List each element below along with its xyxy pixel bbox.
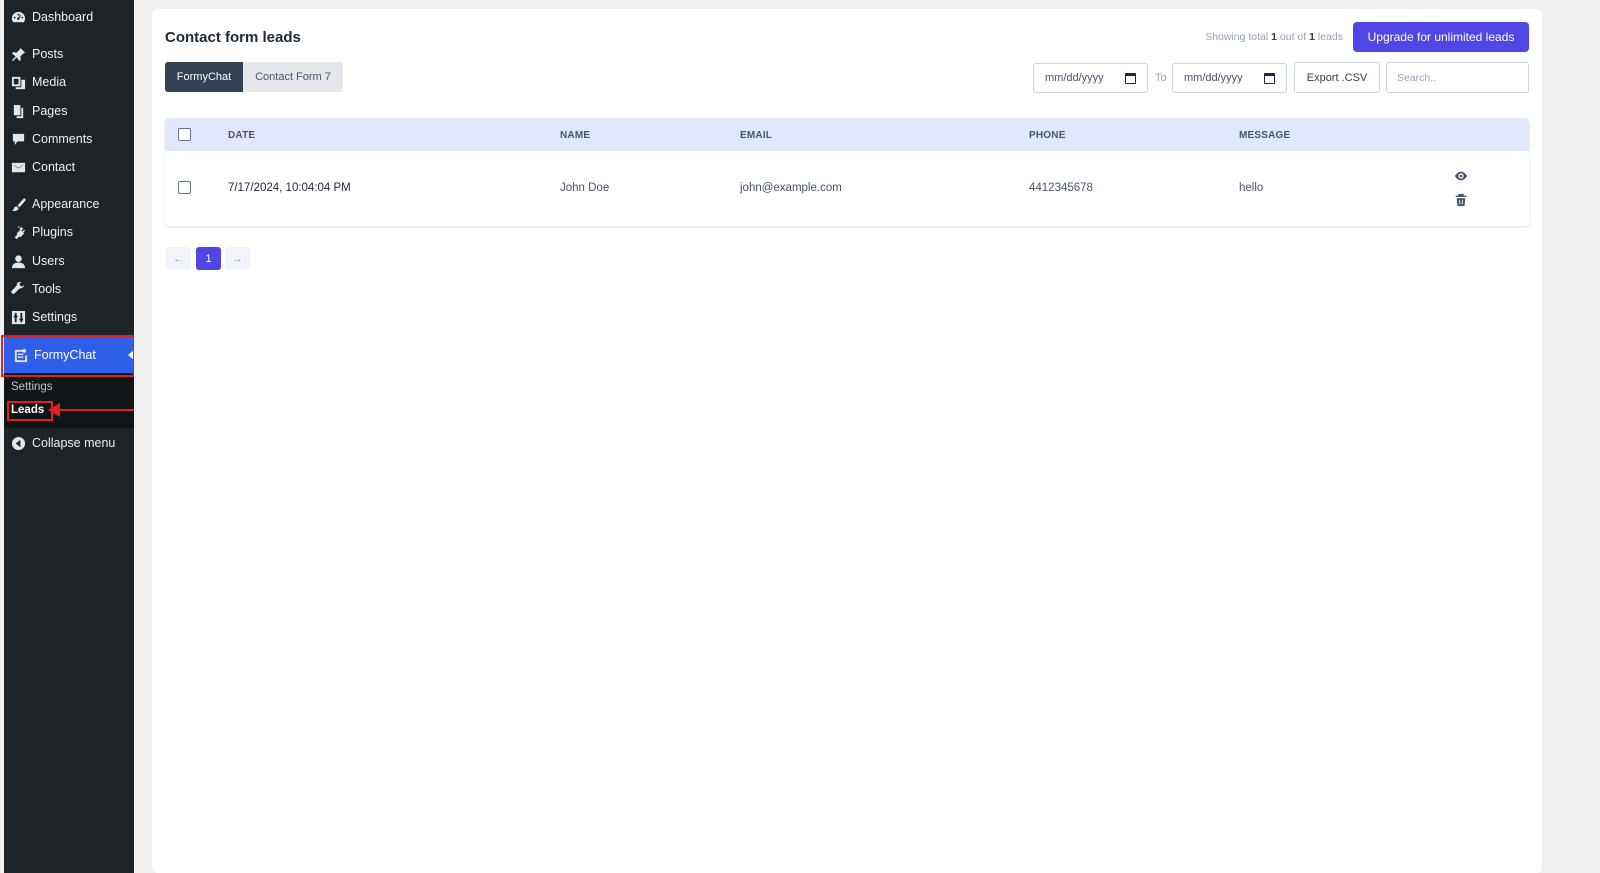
submenu-leads[interactable]: Leads <box>11 404 44 416</box>
sidebar-item-posts[interactable]: Posts <box>4 41 134 67</box>
column-header-email[interactable]: EMAIL <box>740 130 772 141</box>
date-to-input[interactable]: mm/dd/yyyy <box>1172 63 1287 93</box>
formychat-submenu: Settings Leads <box>4 374 134 428</box>
sidebar-item-label: Settings <box>32 310 78 324</box>
annotation-arrow-line <box>58 409 146 411</box>
select-all-checkbox[interactable] <box>178 128 191 141</box>
column-header-name[interactable]: NAME <box>560 130 590 141</box>
column-header-message[interactable]: MESSAGE <box>1239 130 1290 141</box>
sidebar-item-tools[interactable]: Tools <box>4 276 134 302</box>
brush-icon <box>10 196 26 212</box>
sidebar-item-pages[interactable]: Pages <box>4 98 134 124</box>
column-header-date[interactable]: DATE <box>228 130 255 141</box>
sidebar-item-users[interactable]: Users <box>4 248 134 274</box>
sidebar-item-label: Dashboard <box>32 10 94 24</box>
cell-date: 7/17/2024, 10:04:04 PM <box>228 182 351 194</box>
pin-icon <box>10 46 26 62</box>
mail-icon <box>10 159 26 175</box>
plug-icon <box>10 224 26 240</box>
sidebar-item-media[interactable]: Media <box>4 69 134 95</box>
cell-email: john@example.com <box>740 182 842 194</box>
search-input[interactable] <box>1386 62 1529 93</box>
page-title: Contact form leads <box>165 29 301 46</box>
sidebar-item-contact[interactable]: Contact <box>4 154 134 180</box>
date-from-placeholder: mm/dd/yyyy <box>1045 72 1104 84</box>
tab-contact-form-7[interactable]: Contact Form 7 <box>243 62 343 92</box>
sidebar-item-label: Comments <box>32 132 93 146</box>
leads-table: DATE NAME EMAIL PHONE MESSAGE 7/17/2024,… <box>165 118 1529 226</box>
collapse-icon <box>10 435 26 451</box>
sidebar-item-comments[interactable]: Comments <box>4 126 134 152</box>
sidebar-item-label: Posts <box>32 47 64 61</box>
pagination-page-1[interactable]: 1 <box>196 247 221 270</box>
sidebar-item-label: FormyChat <box>34 348 96 362</box>
upgrade-button[interactable]: Upgrade for unlimited leads <box>1353 22 1529 52</box>
calendar-icon[interactable] <box>1125 73 1136 84</box>
comment-icon <box>10 131 26 147</box>
sidebar-item-label: Pages <box>32 104 68 118</box>
pagination-prev-button[interactable]: ← <box>166 247 191 270</box>
date-to-placeholder: mm/dd/yyyy <box>1184 72 1243 84</box>
sidebar-item-label: Plugins <box>32 225 73 239</box>
sidebar-item-dashboard[interactable]: Dashboard <box>4 4 134 30</box>
sidebar-item-label: Media <box>32 75 67 89</box>
showing-count: Showing total 1 out of 1 leads <box>1205 31 1343 43</box>
column-header-phone[interactable]: PHONE <box>1029 130 1066 141</box>
media-icon <box>10 74 26 90</box>
sidebar-item-formychat[interactable]: FormyChat <box>4 337 134 373</box>
view-eye-icon[interactable] <box>1454 169 1468 188</box>
sidebar-item-label: Users <box>32 254 65 268</box>
pages-icon <box>10 103 26 119</box>
to-label: To <box>1155 72 1167 84</box>
annotation-arrow-head <box>48 403 60 417</box>
collapse-label: Collapse menu <box>32 436 116 450</box>
admin-sidebar: Dashboard Posts Media Pages Comments Con… <box>4 0 134 873</box>
user-icon <box>10 253 26 269</box>
sidebar-item-label: Appearance <box>32 197 100 211</box>
sidebar-item-label: Tools <box>32 282 62 296</box>
sidebar-item-settings[interactable]: Settings <box>4 304 134 330</box>
form-icon <box>12 347 28 363</box>
sidebar-item-label: Contact <box>32 160 76 174</box>
calendar-icon[interactable] <box>1264 73 1275 84</box>
sidebar-item-plugins[interactable]: Plugins <box>4 219 134 245</box>
wrench-icon <box>10 281 26 297</box>
tab-formychat[interactable]: FormyChat <box>165 62 243 92</box>
cell-message: hello <box>1239 182 1264 194</box>
table-header: DATE NAME EMAIL PHONE MESSAGE <box>165 118 1529 151</box>
cell-phone: 4412345678 <box>1029 182 1093 194</box>
pagination-next-button[interactable]: → <box>225 247 250 270</box>
collapse-menu-button[interactable]: Collapse menu <box>4 430 134 456</box>
submenu-settings[interactable]: Settings <box>11 381 53 393</box>
date-from-input[interactable]: mm/dd/yyyy <box>1033 63 1148 93</box>
export-csv-button[interactable]: Export .CSV <box>1294 62 1380 93</box>
dashboard-icon <box>10 9 26 25</box>
delete-trash-icon[interactable] <box>1454 193 1468 212</box>
row-checkbox[interactable] <box>178 181 191 194</box>
cell-name: John Doe <box>560 182 610 194</box>
sidebar-item-appearance[interactable]: Appearance <box>4 191 134 217</box>
settings-icon <box>10 309 26 325</box>
